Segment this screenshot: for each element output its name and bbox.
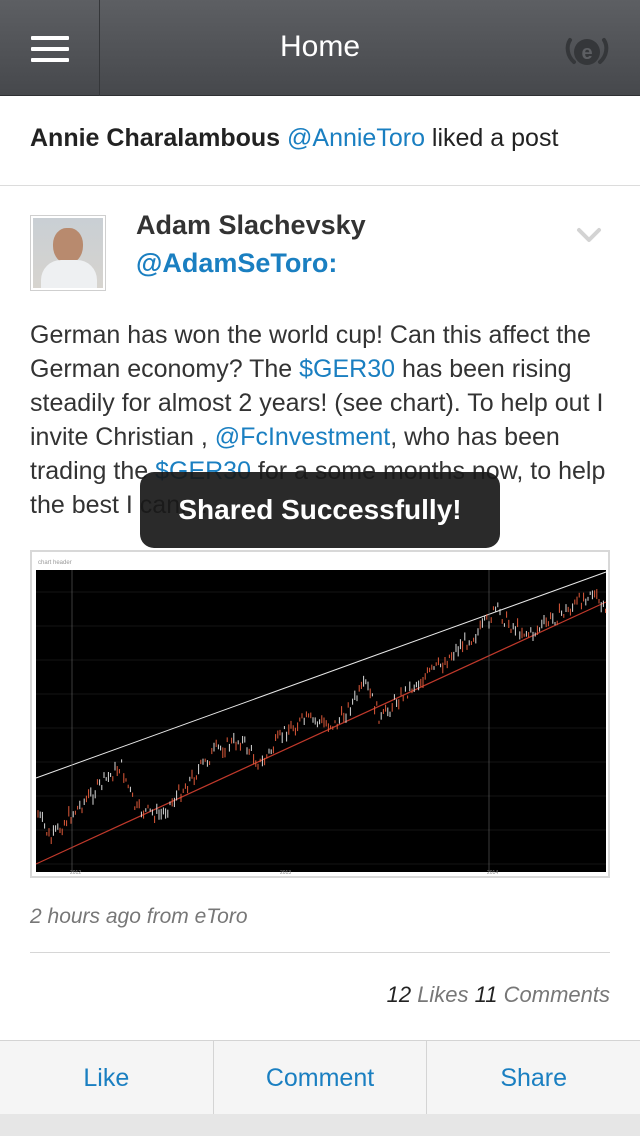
comments-label[interactable]: Comments	[504, 982, 610, 1007]
svg-text:2013: 2013	[280, 870, 291, 876]
post-engagement-counts: 12 Likes 11 Comments	[387, 982, 610, 1008]
activity-user-name[interactable]: Annie Charalambous	[30, 124, 280, 152]
svg-text:chart header: chart header	[38, 560, 72, 566]
post-timestamp: 2 hours ago from eToro	[30, 905, 248, 928]
comment-button[interactable]: Comment	[214, 1041, 428, 1114]
divider	[30, 952, 610, 953]
activity-user-handle[interactable]: @AnnieToro	[287, 124, 425, 152]
activity-action-text: liked a post	[431, 124, 559, 152]
post-action-bar: Like Comment Share	[0, 1040, 640, 1114]
page-title: Home	[279, 30, 361, 63]
author-avatar[interactable]	[30, 215, 106, 291]
svg-text:2014: 2014	[487, 870, 498, 876]
bottom-strip	[0, 1114, 640, 1136]
post-author-name[interactable]: Adam Slachevsky	[136, 210, 366, 241]
mention-link-fcinvestment[interactable]: @FcInvestment	[215, 423, 390, 451]
ticker-link-ger30[interactable]: $GER30	[299, 355, 395, 383]
etoro-logo-icon: e	[565, 38, 609, 65]
share-button[interactable]: Share	[427, 1041, 640, 1114]
comments-count[interactable]: 11	[475, 982, 498, 1007]
likes-label[interactable]: Likes	[417, 982, 468, 1007]
likes-count[interactable]: 12	[387, 982, 411, 1007]
top-navigation-bar: Home e	[0, 0, 640, 96]
svg-text:2012: 2012	[70, 870, 81, 876]
post-chart-image[interactable]: chart header 2012 2013 2014	[30, 550, 610, 878]
svg-text:e: e	[581, 42, 592, 64]
chevron-down-icon[interactable]	[576, 222, 602, 248]
activity-notification[interactable]: Annie Charalambous @AnnieToro liked a po…	[0, 96, 640, 186]
share-success-toast: Shared Successfully!	[140, 472, 500, 548]
post-author-handle[interactable]: @AdamSeToro:	[136, 248, 337, 279]
like-button[interactable]: Like	[0, 1041, 214, 1114]
